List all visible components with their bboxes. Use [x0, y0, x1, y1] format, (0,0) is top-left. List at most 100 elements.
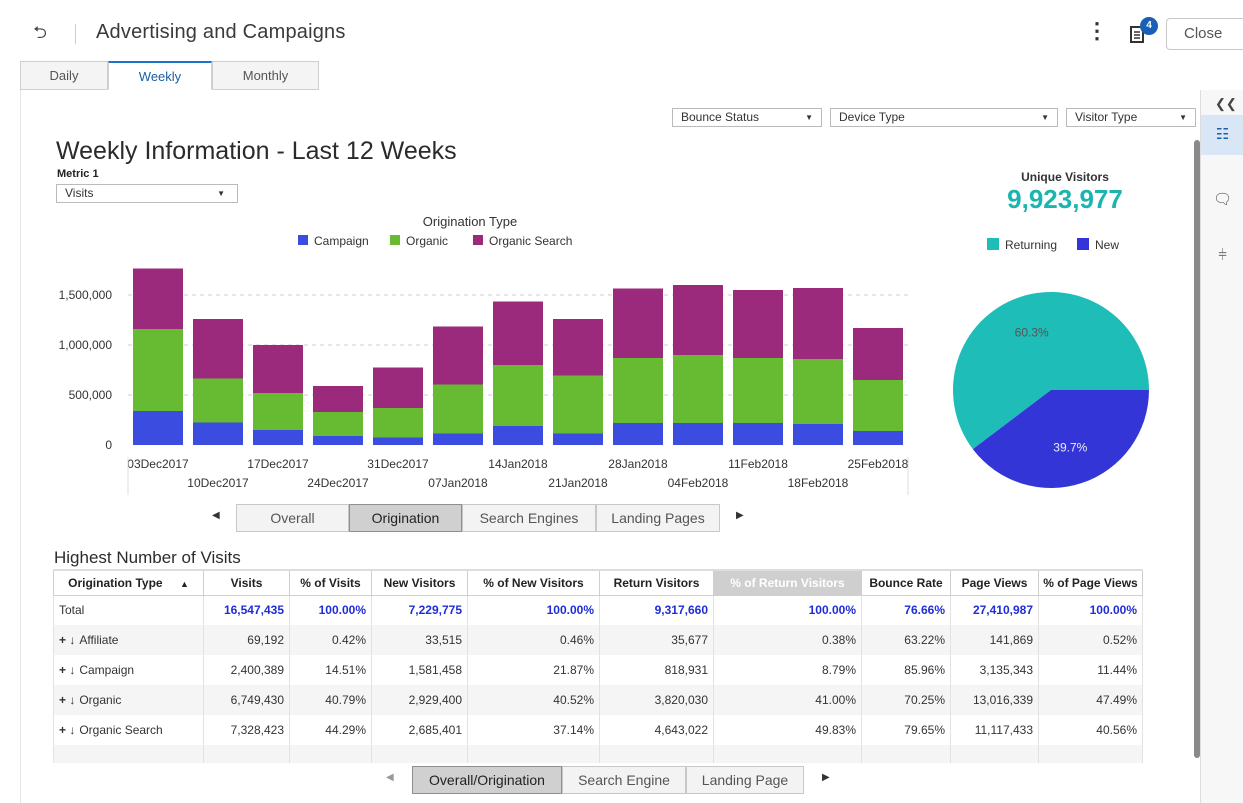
table-row[interactable]: + ↓ Campaign 2,400,389 14.51% 1,581,458 21.87… — [53, 655, 1143, 685]
pie-slice-label: 39.7% — [1053, 441, 1087, 455]
column-header[interactable]: % of Visits — [289, 569, 372, 596]
bar-organic-search — [613, 288, 663, 358]
pager-search-engine[interactable]: Search Engine — [562, 766, 686, 794]
bar-organic-search — [553, 319, 603, 376]
x-tick-label: 31Dec2017 — [367, 457, 429, 471]
vertical-ellipsis-icon[interactable]: ⋮ — [1086, 20, 1108, 46]
column-header[interactable]: Return Visitors — [599, 569, 714, 596]
tab-weekly[interactable]: Weekly — [108, 61, 212, 90]
visitor-type-filter[interactable]: Visitor Type ▼ — [1066, 108, 1196, 127]
table-cell: 0.42% — [289, 625, 372, 655]
bar-organic-search — [853, 328, 903, 380]
bounce-status-filter[interactable]: Bounce Status ▼ — [672, 108, 822, 127]
table-cell: 40.56% — [1038, 715, 1143, 745]
row-label: Campaign — [79, 663, 135, 677]
table-cell — [203, 745, 290, 763]
sort-ascending-icon: ▲ — [179, 578, 189, 589]
tab-monthly[interactable]: Monthly — [212, 61, 319, 90]
tab-daily[interactable]: Daily — [20, 61, 108, 90]
pager-landing-page[interactable]: Landing Page — [686, 766, 804, 794]
pager-landing-pages[interactable]: Landing Pages — [596, 504, 720, 532]
pager-next-icon[interactable]: ▶ — [736, 510, 744, 521]
filter-pane-icon[interactable]: ⫩ — [1201, 236, 1243, 276]
column-header[interactable]: Origination Type ▲ — [53, 569, 204, 596]
expand-icon[interactable]: + ↓ — [59, 663, 75, 677]
metric-select[interactable]: Visits ▼ — [56, 184, 238, 203]
bar-organic-search — [193, 319, 243, 379]
bar-organic-search — [433, 326, 483, 385]
table-empty-row — [53, 745, 1143, 763]
table-cell: 14.51% — [289, 655, 372, 685]
pager-overall[interactable]: Overall — [236, 504, 349, 532]
expand-icon[interactable]: + ↓ — [59, 633, 75, 647]
table-cell — [713, 745, 862, 763]
collapse-pane-icon[interactable]: ❮❮ — [1215, 96, 1237, 112]
row-label: Organic — [79, 693, 122, 707]
table-cell — [1038, 745, 1143, 763]
column-header[interactable]: Page Views — [950, 569, 1039, 596]
metric-value: Visits — [65, 186, 94, 200]
pager-next-icon[interactable]: ▶ — [822, 772, 830, 783]
column-header[interactable]: Bounce Rate — [861, 569, 951, 596]
table-row[interactable]: + ↓ Affiliate 69,192 0.42% 33,515 0.46% 35,677… — [53, 625, 1143, 655]
bar-campaign — [673, 423, 723, 445]
expand-icon[interactable]: + ↓ — [59, 723, 75, 737]
back-arrow-icon[interactable]: ⮌ — [30, 22, 50, 44]
column-header[interactable]: Visits — [203, 569, 290, 596]
comments-icon[interactable]: 🗨︎ — [1201, 180, 1243, 220]
table-cell: 100.00% — [289, 595, 372, 625]
unique-visitors-label: Unique Visitors — [1021, 170, 1109, 184]
x-tick-label: 14Jan2018 — [488, 457, 548, 471]
column-header[interactable]: % of Page Views — [1038, 569, 1143, 596]
x-tick-label: 25Feb2018 — [848, 457, 909, 471]
pager-origination[interactable]: Origination — [349, 504, 462, 532]
table-cell: 40.52% — [467, 685, 600, 715]
legend-label: Organic — [406, 234, 448, 248]
bar-organic-search — [733, 290, 783, 358]
chevron-down-icon: ▼ — [1041, 113, 1049, 122]
table-cell: 79.65% — [861, 715, 951, 745]
table-row[interactable]: + ↓ Organic 6,749,430 40.79% 2,929,400 40.52%… — [53, 685, 1143, 715]
column-header[interactable]: % of Return Visitors — [713, 569, 862, 596]
pager-prev-icon[interactable]: ◀ — [212, 510, 220, 521]
table-cell: 41.00% — [713, 685, 862, 715]
table-cell — [289, 745, 372, 763]
pager-prev-icon[interactable]: ◀ — [386, 772, 394, 783]
vertical-scrollbar[interactable] — [1194, 140, 1200, 758]
chevron-down-icon: ▼ — [1179, 113, 1187, 122]
bar-campaign — [433, 433, 483, 445]
table-total-row[interactable]: Total 16,547,435 100.00% 7,229,775 100.00% 9,… — [53, 595, 1143, 625]
origination-type-cell[interactable]: + ↓ Affiliate — [53, 625, 204, 655]
table-cell: 47.49% — [1038, 685, 1143, 715]
table-cell: 100.00% — [1038, 595, 1143, 625]
pager-search-engines[interactable]: Search Engines — [462, 504, 596, 532]
pager-overall-origination[interactable]: Overall/Origination — [412, 766, 562, 794]
table-cell: 63.22% — [861, 625, 951, 655]
x-tick-label: 28Jan2018 — [608, 457, 668, 471]
bar-organic-search — [253, 345, 303, 393]
bar-campaign — [613, 423, 663, 445]
column-header[interactable]: % of New Visitors — [467, 569, 600, 596]
column-header[interactable]: New Visitors — [371, 569, 468, 596]
table-row[interactable]: + ↓ Organic Search 7,328,423 44.29% 2,685,40… — [53, 715, 1143, 745]
device-type-filter[interactable]: Device Type ▼ — [830, 108, 1058, 127]
table-cell: 9,317,660 — [599, 595, 714, 625]
legend-title: Origination Type — [423, 214, 517, 229]
bar-campaign — [313, 436, 363, 445]
origination-type-cell[interactable]: + ↓ Organic Search — [53, 715, 204, 745]
bar-campaign — [373, 437, 423, 445]
origination-type-cell[interactable]: + ↓ Organic — [53, 685, 204, 715]
bar-campaign — [793, 424, 843, 445]
table-cell: 49.83% — [713, 715, 862, 745]
x-tick-label: 04Feb2018 — [668, 476, 729, 490]
bar-organic — [793, 359, 843, 424]
table-title: Highest Number of Visits — [54, 548, 241, 567]
close-button[interactable]: Close — [1166, 18, 1243, 50]
legend-swatch — [473, 235, 483, 245]
y-tick-label: 1,000,000 — [59, 338, 113, 352]
expand-icon[interactable]: + ↓ — [59, 693, 75, 707]
origination-type-cell[interactable]: + ↓ Campaign — [53, 655, 204, 685]
x-tick-label: 24Dec2017 — [307, 476, 369, 490]
bar-organic-search — [673, 285, 723, 355]
data-pane-icon[interactable]: ☷ — [1201, 115, 1243, 155]
